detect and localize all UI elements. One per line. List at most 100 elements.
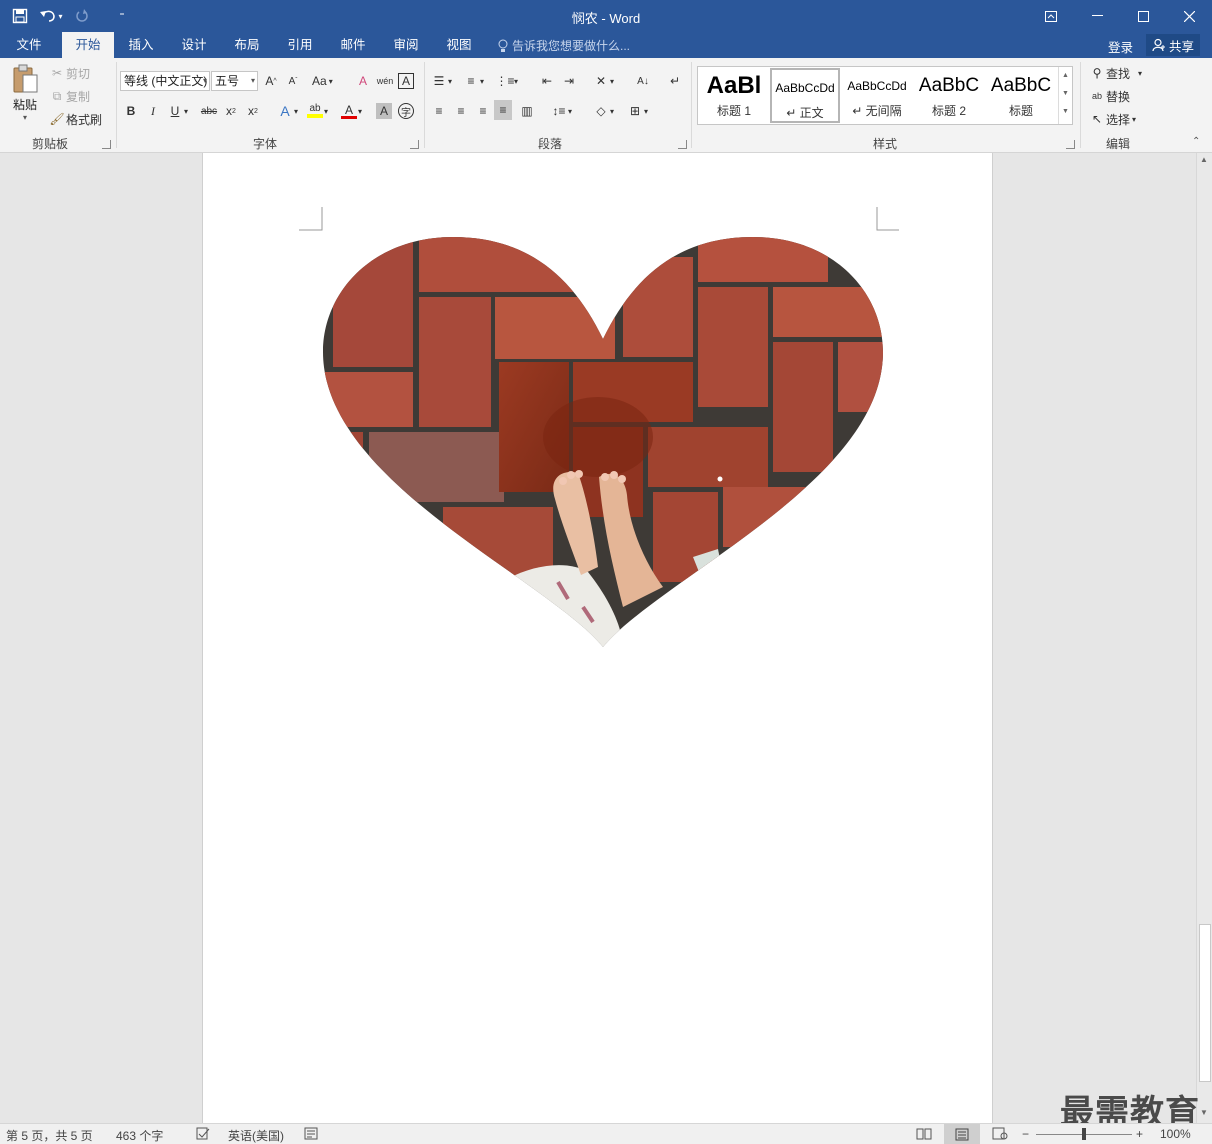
zoom-level[interactable]: 100% <box>1160 1127 1191 1141</box>
sign-in-link[interactable]: 登录 <box>1108 37 1133 56</box>
italic-button[interactable]: I <box>144 101 162 121</box>
style-normal[interactable]: AaBbCcDd ↵ 正文 <box>770 68 840 123</box>
font-color-button[interactable]: A ▾ <box>340 101 362 121</box>
collapse-ribbon-icon[interactable]: ⌃ <box>1192 136 1200 147</box>
zoom-out-icon[interactable]: − <box>1022 1127 1029 1141</box>
copy-button[interactable]: ⧉ 复制 <box>48 86 90 106</box>
replace-button[interactable]: ab 替换 <box>1088 86 1130 106</box>
share-button[interactable]: 共享 <box>1146 34 1201 56</box>
bullets-button[interactable]: ☰ ▾ <box>430 71 452 91</box>
macro-record-icon[interactable] <box>304 1127 318 1143</box>
paste-dropdown-icon[interactable]: ▾ <box>8 113 42 122</box>
bullet-list-icon: ☰ <box>433 74 445 88</box>
bold-button[interactable]: B <box>122 101 140 121</box>
clipboard-launcher-icon[interactable] <box>102 140 111 149</box>
phonetic-guide-button[interactable]: wén <box>376 71 394 91</box>
zoom-in-icon[interactable]: + <box>1136 1127 1143 1141</box>
font-name-dropdown-icon[interactable]: ▾ <box>203 72 207 90</box>
increase-indent-button[interactable]: ⇥ <box>560 71 578 91</box>
shrink-font-button[interactable]: Aˇ <box>284 71 302 91</box>
tab-review[interactable]: 审阅 <box>383 32 429 58</box>
chinese-layout-button[interactable]: ✕ ▾ <box>592 71 614 91</box>
web-layout-icon[interactable] <box>992 1127 1008 1143</box>
maximize-icon[interactable] <box>1120 0 1166 32</box>
align-right-button[interactable]: ≡ <box>474 101 492 121</box>
change-case-button[interactable]: Aa ▾ <box>312 71 333 91</box>
align-left-button[interactable]: ≡ <box>430 101 448 121</box>
line-spacing-button[interactable]: ↕≡ ▾ <box>550 101 572 121</box>
style-heading-2[interactable]: AaBbC 标题 2 <box>914 68 984 123</box>
minimize-icon[interactable] <box>1074 0 1120 32</box>
find-button[interactable]: ⚲ 查找 ▾ <box>1088 63 1142 83</box>
styles-gallery-scroll[interactable]: ▲ ▼ ▼ <box>1058 67 1072 124</box>
zoom-slider-thumb[interactable] <box>1082 1128 1086 1140</box>
tell-me-search[interactable]: 告诉我您想要做什么... <box>498 37 630 54</box>
tab-insert[interactable]: 插入 <box>118 32 164 58</box>
chevron-up-icon[interactable]: ▲ <box>1059 67 1072 85</box>
superscript-button[interactable]: x2 <box>244 101 262 121</box>
language-indicator[interactable]: 英语(美国) <box>228 1127 284 1144</box>
scroll-up-icon[interactable]: ▲ <box>1200 155 1208 164</box>
tab-references[interactable]: 引用 <box>277 32 323 58</box>
tab-home[interactable]: 开始 <box>62 32 114 58</box>
numbering-button[interactable]: ≡ ▾ <box>462 71 484 91</box>
scroll-down-icon[interactable]: ▼ <box>1200 1108 1208 1117</box>
highlight-color-button[interactable]: ab ▾ <box>306 101 328 121</box>
group-divider <box>691 62 692 148</box>
word-count[interactable]: 463 个字 <box>116 1127 163 1144</box>
tab-layout[interactable]: 布局 <box>224 32 270 58</box>
styles-launcher-icon[interactable] <box>1066 140 1075 149</box>
distributed-button[interactable]: ▥ <box>518 101 536 121</box>
text-effects-button[interactable]: A ▾ <box>276 101 298 121</box>
close-icon[interactable] <box>1166 0 1212 32</box>
paste-button[interactable]: 粘贴 ▾ <box>8 64 42 130</box>
vertical-scrollbar[interactable]: ▲ ▼ <box>1196 153 1212 1123</box>
scrollbar-thumb[interactable] <box>1199 924 1211 1082</box>
ribbon-display-options-icon[interactable] <box>1028 0 1074 32</box>
multilevel-list-button[interactable]: ⋮≡ ▾ <box>496 71 519 91</box>
grow-font-button[interactable]: A ^ <box>262 71 280 91</box>
tab-mailings[interactable]: 邮件 <box>330 32 376 58</box>
underline-button[interactable]: U ▾ <box>166 101 188 121</box>
borders-button[interactable]: ⊞ ▾ <box>626 101 648 121</box>
align-center-button[interactable]: ≡ <box>452 101 470 121</box>
select-button[interactable]: ↖ 选择 ▾ <box>1088 109 1136 129</box>
strikethrough-button[interactable]: abc <box>198 101 220 121</box>
font-name-combo[interactable]: 等线 (中文正文) ▾ <box>120 71 210 91</box>
page-count[interactable]: 第 5 页，共 5 页 <box>6 1127 93 1144</box>
format-painter-label: 格式刷 <box>66 112 103 127</box>
font-size-combo[interactable]: 五号 ▾ <box>211 71 258 91</box>
tab-design[interactable]: 设计 <box>171 32 217 58</box>
chevron-down-icon[interactable]: ▼ <box>1059 85 1072 103</box>
style-title[interactable]: AaBbC 标题 <box>986 68 1056 123</box>
clipboard-group-label: 剪贴板 <box>31 137 68 151</box>
style-heading-1[interactable]: AaBl 标题 1 <box>699 68 769 123</box>
enclose-characters-button[interactable]: 字 <box>398 101 414 121</box>
paragraph-launcher-icon[interactable] <box>678 140 687 149</box>
more-styles-icon[interactable]: ▼ <box>1059 103 1072 121</box>
tab-view[interactable]: 视图 <box>436 32 482 58</box>
font-size-dropdown-icon[interactable]: ▾ <box>251 72 255 90</box>
shading-button[interactable]: ◇ ▾ <box>592 101 614 121</box>
style-no-spacing[interactable]: AaBbCcDd ↵ 无间隔 <box>842 68 912 123</box>
read-mode-icon[interactable] <box>916 1127 932 1143</box>
sort-button[interactable]: A↓ <box>634 71 652 91</box>
paint-bucket-icon: ◇ <box>596 104 606 118</box>
justify-button[interactable]: ≡ <box>494 100 512 120</box>
character-shading-button[interactable]: A <box>376 101 392 121</box>
print-layout-icon[interactable] <box>944 1124 980 1144</box>
tab-file[interactable]: 文件 <box>4 32 54 58</box>
subscript-button[interactable]: x2 <box>222 101 240 121</box>
cut-button[interactable]: ✂ 剪切 <box>48 63 90 83</box>
decrease-indent-button[interactable]: ⇤ <box>538 71 556 91</box>
heart-shaped-picture[interactable] <box>323 237 883 649</box>
margin-corner-top-right <box>876 207 899 231</box>
document-page[interactable] <box>202 153 993 1123</box>
show-marks-button[interactable]: ↵ <box>666 71 684 91</box>
clear-formatting-button[interactable]: A <box>354 71 372 91</box>
proofing-icon[interactable] <box>196 1127 210 1143</box>
zoom-slider[interactable] <box>1036 1128 1132 1140</box>
format-painter-button[interactable]: 🖌 格式刷 <box>48 109 102 129</box>
font-launcher-icon[interactable] <box>410 140 419 149</box>
character-border-button[interactable]: A <box>398 71 414 91</box>
